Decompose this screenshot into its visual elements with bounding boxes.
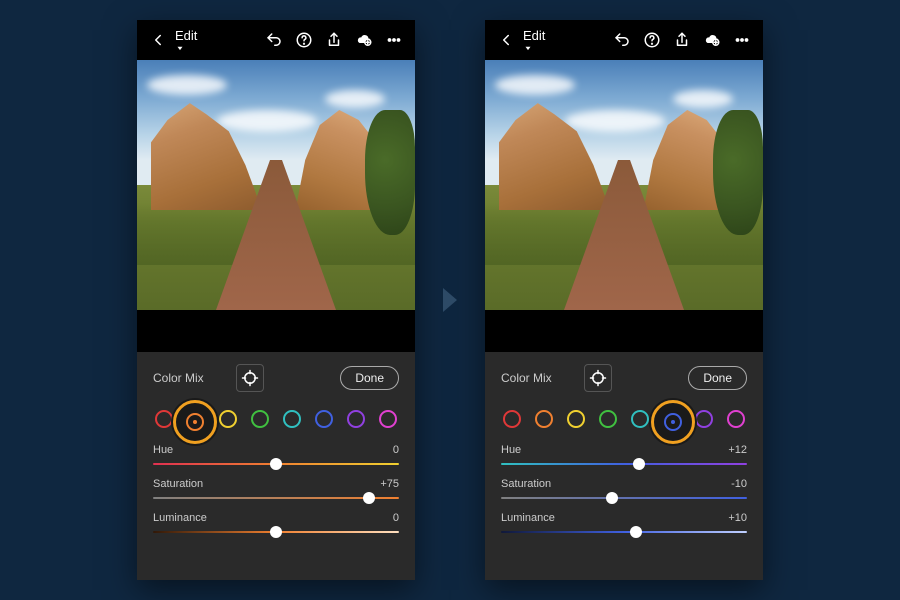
more-icon[interactable] [733,31,751,49]
slider-value: +12 [728,444,747,456]
edit-label: Edit [175,28,197,43]
slider-value: +75 [380,478,399,490]
photo-preview[interactable] [137,60,415,310]
saturation-slider: Saturation +75 [153,478,399,502]
back-icon[interactable] [497,31,515,49]
slider-knob[interactable] [270,526,282,538]
slider-value: 0 [393,512,399,524]
undo-icon[interactable] [265,31,283,49]
slider-value: -10 [731,478,747,490]
cloud-sync-icon[interactable] [355,31,373,49]
transition-arrow-icon [443,288,457,312]
slider-label: Hue [153,444,173,456]
slider-track[interactable] [153,460,399,468]
slider-knob[interactable] [606,492,618,504]
edit-label: Edit [523,28,545,43]
share-icon[interactable] [325,31,343,49]
hue-slider: Hue +12 [501,444,747,468]
color-swatch[interactable] [503,410,521,428]
color-swatch[interactable] [599,410,617,428]
slider-value: 0 [393,444,399,456]
color-swatch[interactable] [219,410,237,428]
hue-slider: Hue 0 [153,444,399,468]
share-icon[interactable] [673,31,691,49]
color-swatch-row [153,402,399,434]
phone-screen-left: Edit Color Mix Done Hue 0 Saturation +75 Lumi… [137,20,415,580]
help-icon[interactable] [295,31,313,49]
color-mix-panel: Color Mix Done Hue 0 Saturation +75 Luminance… [137,352,415,580]
back-icon[interactable] [149,31,167,49]
slider-knob[interactable] [363,492,375,504]
more-icon[interactable] [385,31,403,49]
slider-track[interactable] [153,528,399,536]
slider-label: Luminance [153,512,207,524]
panel-title: Color Mix [501,371,552,385]
color-swatch[interactable] [347,410,365,428]
slider-knob[interactable] [630,526,642,538]
panel-title: Color Mix [153,371,204,385]
edit-menu[interactable]: Edit [523,28,545,53]
caret-down-icon [523,43,533,53]
caret-down-icon [175,43,185,53]
color-swatch[interactable] [251,410,269,428]
photo-letterbox [137,310,415,352]
slider-label: Hue [501,444,521,456]
done-button[interactable]: Done [340,366,399,390]
slider-track[interactable] [153,494,399,502]
color-swatch-row [501,402,747,434]
photo-preview[interactable] [485,60,763,310]
color-swatch[interactable] [315,410,333,428]
selected-swatch-highlight [651,400,695,444]
slider-label: Luminance [501,512,555,524]
edit-menu[interactable]: Edit [175,28,197,53]
color-swatch[interactable] [631,410,649,428]
phone-screen-right: Edit Color Mix Done Hue +12 Saturation -10 Lu… [485,20,763,580]
color-mix-panel: Color Mix Done Hue +12 Saturation -10 Luminan… [485,352,763,580]
slider-label: Saturation [501,478,551,490]
color-swatch[interactable] [283,410,301,428]
luminance-slider: Luminance +10 [501,512,747,536]
color-swatch[interactable] [727,410,745,428]
target-adjust-button[interactable] [584,364,612,392]
color-swatch[interactable] [155,410,173,428]
photo-letterbox [485,310,763,352]
target-adjust-button[interactable] [236,364,264,392]
help-icon[interactable] [643,31,661,49]
color-swatch[interactable] [535,410,553,428]
slider-value: +10 [728,512,747,524]
color-swatch[interactable] [695,410,713,428]
luminance-slider: Luminance 0 [153,512,399,536]
done-button[interactable]: Done [688,366,747,390]
color-swatch[interactable] [379,410,397,428]
undo-icon[interactable] [613,31,631,49]
slider-knob[interactable] [270,458,282,470]
slider-track[interactable] [501,460,747,468]
saturation-slider: Saturation -10 [501,478,747,502]
slider-track[interactable] [501,528,747,536]
slider-track[interactable] [501,494,747,502]
selected-swatch-highlight [173,400,217,444]
cloud-sync-icon[interactable] [703,31,721,49]
color-swatch[interactable] [567,410,585,428]
slider-knob[interactable] [633,458,645,470]
slider-label: Saturation [153,478,203,490]
